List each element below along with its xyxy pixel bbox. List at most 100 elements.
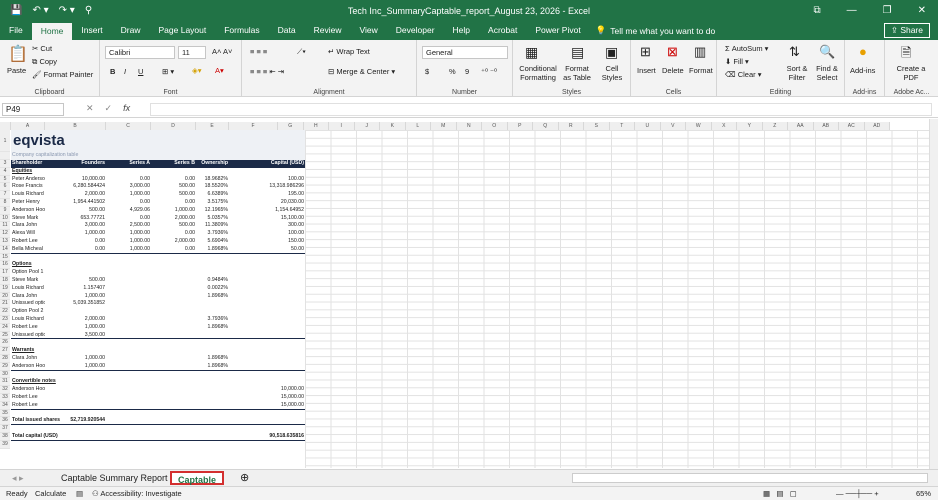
function-icon[interactable]: fx	[123, 103, 130, 114]
table-cell[interactable]: 5.0357%	[196, 215, 229, 223]
column-header[interactable]: E	[196, 122, 229, 130]
table-cell[interactable]: Clara John	[11, 293, 45, 301]
row-header[interactable]: 37	[0, 425, 10, 433]
undo-icon[interactable]: ↶ ▾	[32, 5, 48, 16]
table-cell[interactable]: 1.8968%	[196, 293, 229, 301]
row-header[interactable]: 5	[0, 175, 10, 184]
delete-cells-button[interactable]: Delete	[662, 66, 684, 75]
table-cell[interactable]: 12.1965%	[196, 207, 229, 215]
horizontal-align-icons[interactable]: ≡ ≡ ≡ ⇤ ⇥	[250, 67, 284, 76]
table-cell[interactable]: 2,000.00	[151, 215, 196, 223]
table-cell[interactable]: 2,000.00	[45, 316, 106, 324]
table-cell[interactable]: 18.5520%	[196, 183, 229, 191]
row-header[interactable]: 29	[0, 362, 10, 371]
row-header[interactable]: 4	[0, 167, 10, 176]
table-cell[interactable]: 15,000.00	[229, 394, 305, 402]
delete-cells-icon[interactable]: ⊠	[667, 44, 678, 60]
table-cell[interactable]: Convertible notes	[11, 378, 111, 386]
format-painter-button[interactable]: 🖌 Format Painter	[32, 70, 93, 79]
close-icon[interactable]: ✕	[918, 5, 926, 16]
column-header[interactable]: T	[609, 122, 635, 130]
table-cell[interactable]: 11.3809%	[196, 222, 229, 230]
row-header[interactable]: 35	[0, 409, 10, 418]
table-cell[interactable]: 0.0022%	[196, 285, 229, 293]
table-cell[interactable]: 10,000.00	[45, 176, 106, 184]
table-cell[interactable]: Steve Mark	[11, 277, 45, 285]
table-cell[interactable]: 500.00	[151, 222, 196, 230]
table-cell[interactable]: 2,000.00	[151, 238, 196, 246]
column-header[interactable]: Q	[533, 122, 559, 130]
tab-view[interactable]: View	[351, 21, 387, 40]
table-cell[interactable]	[45, 386, 106, 394]
table-cell[interactable]: 1.8968%	[196, 324, 229, 332]
column-header[interactable]: P	[507, 122, 533, 130]
table-cell[interactable]	[196, 300, 229, 308]
column-header[interactable]: H	[303, 122, 329, 130]
sort-filter-button[interactable]: Sort & Filter	[783, 64, 811, 82]
format-as-table-button[interactable]: Format as Table	[561, 64, 593, 82]
table-cell[interactable]: 3,000.00	[106, 183, 151, 191]
tab-draw[interactable]: Draw	[112, 21, 150, 40]
table-cell[interactable]	[106, 316, 151, 324]
table-cell[interactable]: 6.6389%	[196, 191, 229, 199]
select-all-corner[interactable]	[0, 122, 11, 130]
sheet-tab-summary[interactable]: Captable Summary Report	[55, 471, 174, 485]
addins-icon[interactable]: ●	[859, 44, 867, 59]
table-cell[interactable]: 0.00	[151, 199, 196, 207]
table-cell[interactable]: 3.7936%	[196, 316, 229, 324]
table-cell[interactable]	[196, 386, 229, 394]
tab-help[interactable]: Help	[444, 21, 479, 40]
cut-button[interactable]: ✂ Cut	[32, 44, 52, 53]
row-header[interactable]: 6	[0, 183, 10, 192]
italic-button[interactable]: I	[124, 67, 126, 76]
table-cell[interactable]: Founders	[45, 160, 106, 168]
table-cell[interactable]: Peter Anderson	[11, 176, 45, 184]
vertical-align-icons[interactable]: ≡ ≡ ≡	[250, 47, 267, 56]
table-cell[interactable]: Clara John	[11, 222, 45, 230]
table-cell[interactable]: Anderson Hooper	[11, 386, 45, 394]
row-header[interactable]: 14	[0, 245, 10, 254]
table-cell[interactable]: Alexa Will	[11, 230, 45, 238]
column-header[interactable]: R	[558, 122, 584, 130]
table-cell[interactable]	[229, 324, 305, 332]
column-header[interactable]: I	[329, 122, 355, 130]
table-cell[interactable]: 6,280.584424	[45, 183, 106, 191]
prev-sheet-icon[interactable]: ◂ ▸	[6, 471, 30, 485]
font-color-icon[interactable]: A▾	[215, 66, 224, 75]
row-header[interactable]: 16	[0, 261, 10, 270]
table-cell[interactable]	[229, 355, 305, 363]
zoom-slider[interactable]: — ──┼── +	[836, 489, 879, 498]
table-cell[interactable]	[229, 316, 305, 324]
view-icons[interactable]: ▦ ▤ ▢	[763, 489, 797, 498]
table-cell[interactable]	[106, 285, 151, 293]
column-header[interactable]: AD	[864, 122, 890, 130]
table-cell[interactable]	[229, 293, 305, 301]
table-cell[interactable]: 1,954.441502	[45, 199, 106, 207]
table-cell[interactable]: Louis Richard	[11, 191, 45, 199]
column-header[interactable]: B	[45, 122, 106, 130]
create-pdf-icon[interactable]: 🗎	[901, 44, 911, 66]
row-header[interactable]: 19	[0, 284, 10, 293]
horizontal-scrollbar[interactable]	[572, 473, 928, 483]
row-header[interactable]: 20	[0, 292, 10, 301]
table-cell[interactable]	[151, 277, 196, 285]
column-header[interactable]: V	[660, 122, 686, 130]
insert-cells-icon[interactable]: ⊞	[640, 44, 651, 60]
column-header[interactable]: W	[686, 122, 712, 130]
table-cell[interactable]: 1,000.00	[106, 230, 151, 238]
table-cell[interactable]: Option Pool 1	[11, 269, 111, 277]
row-header[interactable]: 36	[0, 417, 10, 426]
zoom-level[interactable]: 65%	[916, 489, 931, 498]
table-cell[interactable]: Unissued options	[11, 300, 45, 308]
table-cell[interactable]: 0.00	[151, 176, 196, 184]
table-cell[interactable]	[106, 355, 151, 363]
table-cell[interactable]: 100.00	[229, 230, 305, 238]
table-cell[interactable]	[106, 386, 151, 394]
table-cell[interactable]	[151, 386, 196, 394]
fill-button[interactable]: ⬇ Fill ▾	[725, 57, 749, 66]
row-header[interactable]: 8	[0, 199, 10, 207]
table-cell[interactable]	[151, 285, 196, 293]
accessibility-status[interactable]: ⚇ Accessibility: Investigate	[92, 489, 182, 498]
decimal-icons[interactable]: ⁺⁰ ⁻⁰	[481, 67, 497, 76]
table-cell[interactable]: Robert Lee	[11, 324, 45, 332]
